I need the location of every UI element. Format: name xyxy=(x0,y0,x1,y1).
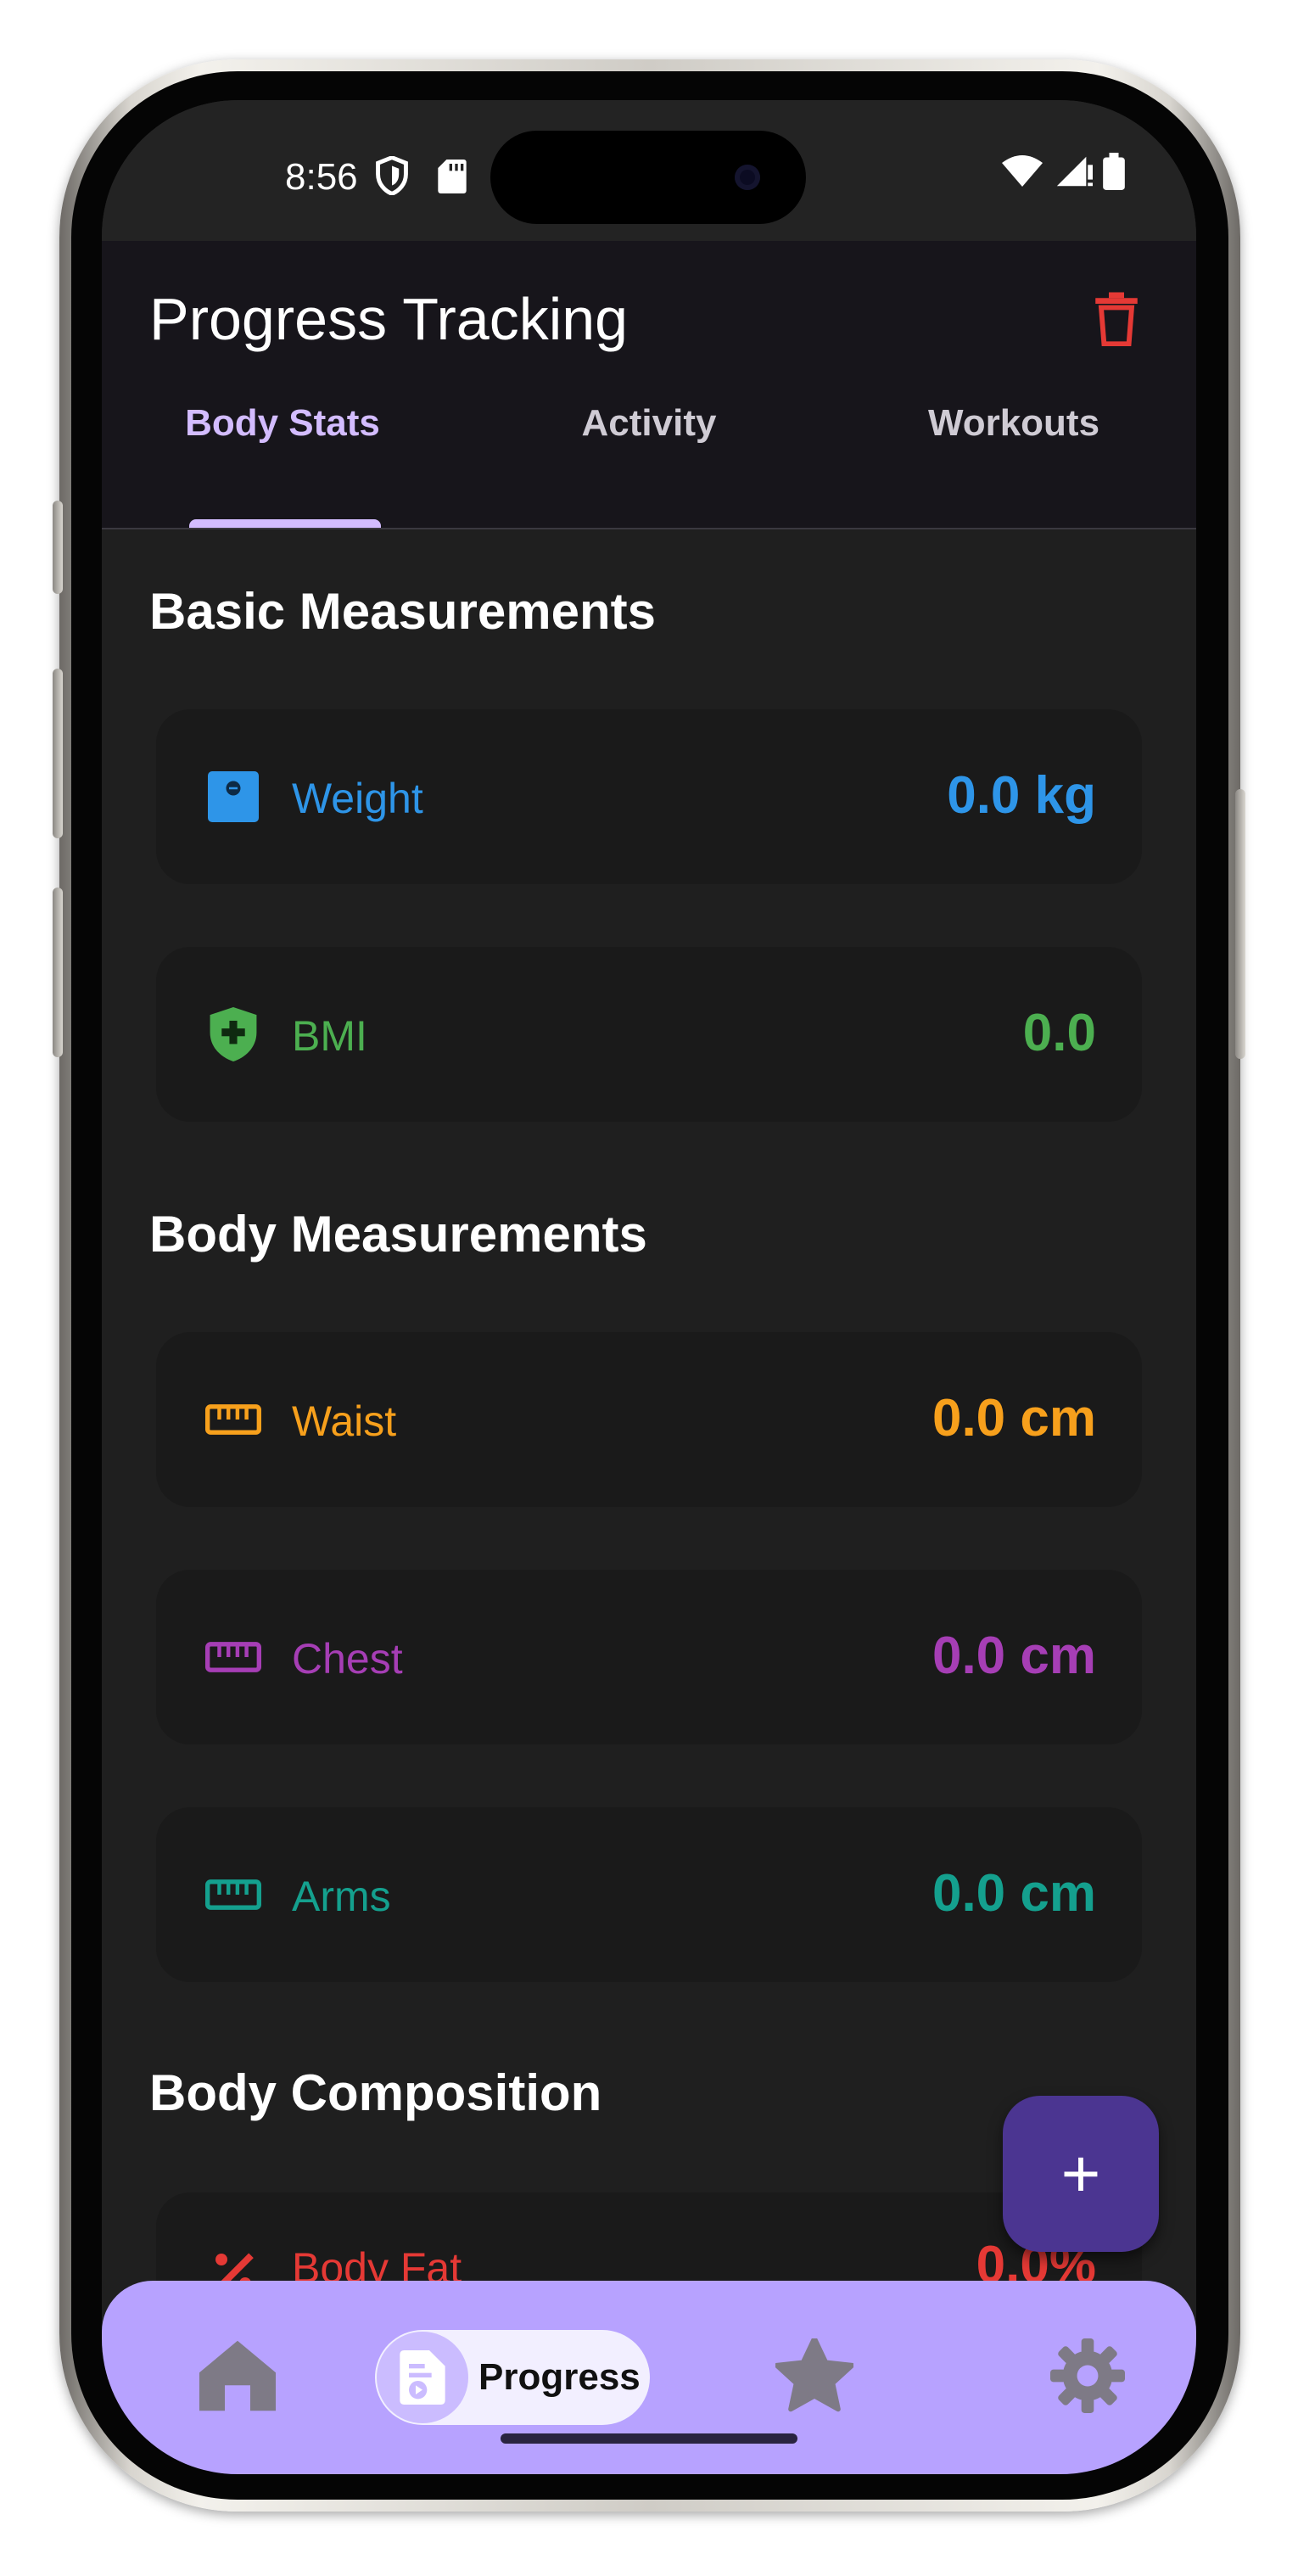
arms-label: Arms xyxy=(292,1873,391,1920)
bottom-navigation: Progress xyxy=(102,2281,1196,2474)
chest-label: Chest xyxy=(292,1635,403,1683)
bmi-card[interactable]: BMI 0.0 xyxy=(156,947,1142,1122)
front-camera xyxy=(735,165,760,190)
waist-card[interactable]: Waist 0.0 cm xyxy=(156,1332,1142,1507)
chest-value: 0.0 cm xyxy=(932,1627,1096,1685)
scale-icon xyxy=(205,769,261,825)
dynamic-island xyxy=(490,131,806,224)
wifi-icon xyxy=(1001,154,1043,193)
bmi-label: BMI xyxy=(292,1012,367,1060)
gear-icon xyxy=(1050,2338,1125,2417)
status-icons xyxy=(1001,153,1125,194)
power-button xyxy=(1235,789,1245,1059)
action-button xyxy=(53,501,63,594)
nav-favorites[interactable] xyxy=(769,2332,860,2423)
tab-divider xyxy=(102,528,1196,529)
ruler-icon xyxy=(205,1392,261,1448)
trash-icon xyxy=(1094,292,1139,350)
weight-value: 0.0 kg xyxy=(947,766,1096,825)
ruler-icon xyxy=(205,1867,261,1923)
tab-activity[interactable]: Activity xyxy=(467,402,831,470)
section-title-basic: Basic Measurements xyxy=(149,583,656,640)
chest-card[interactable]: Chest 0.0 cm xyxy=(156,1570,1142,1744)
section-title-body-measurements: Body Measurements xyxy=(149,1206,647,1263)
volume-down-button xyxy=(53,888,63,1057)
arms-card[interactable]: Arms 0.0 cm xyxy=(156,1807,1142,1982)
nav-home[interactable] xyxy=(192,2332,283,2423)
progress-report-icon xyxy=(377,2332,468,2423)
tab-body-stats[interactable]: Body Stats xyxy=(102,402,465,470)
battery-icon xyxy=(1103,153,1125,194)
status-bar: 8:56 xyxy=(102,100,1196,241)
arms-value: 0.0 cm xyxy=(932,1864,1096,1923)
sd-card-icon xyxy=(438,160,467,198)
weight-card[interactable]: Weight 0.0 kg xyxy=(156,709,1142,884)
nav-progress-label: Progress xyxy=(478,2356,641,2398)
health-shield-icon xyxy=(205,1006,261,1062)
app-screen: 8:56 Progress Tracking Body Stats Activi… xyxy=(102,100,1196,2474)
tab-indicator xyxy=(189,519,381,528)
bmi-value: 0.0 xyxy=(1022,1004,1096,1062)
status-time: 8:56 xyxy=(285,156,358,198)
nav-settings[interactable] xyxy=(1042,2332,1133,2423)
home-indicator[interactable] xyxy=(501,2433,797,2444)
waist-label: Waist xyxy=(292,1397,397,1445)
ruler-icon xyxy=(205,1629,261,1685)
waist-value: 0.0 cm xyxy=(932,1389,1096,1448)
plus-icon: + xyxy=(1060,2136,1101,2211)
section-title-body-composition: Body Composition xyxy=(149,2064,602,2121)
volume-up-button xyxy=(53,669,63,838)
home-icon xyxy=(199,2340,276,2416)
add-entry-button[interactable]: + xyxy=(1003,2096,1159,2252)
signal-icon xyxy=(1054,154,1093,193)
weight-label: Weight xyxy=(292,775,423,822)
page-title: Progress Tracking xyxy=(149,286,629,352)
app-bar: Progress Tracking Body Stats Activity Wo… xyxy=(102,241,1196,529)
star-icon xyxy=(774,2335,855,2417)
vpn-shield-icon xyxy=(375,154,409,199)
delete-button[interactable] xyxy=(1074,278,1159,363)
nav-progress[interactable]: Progress xyxy=(375,2330,650,2425)
tab-workouts[interactable]: Workouts xyxy=(831,402,1196,470)
